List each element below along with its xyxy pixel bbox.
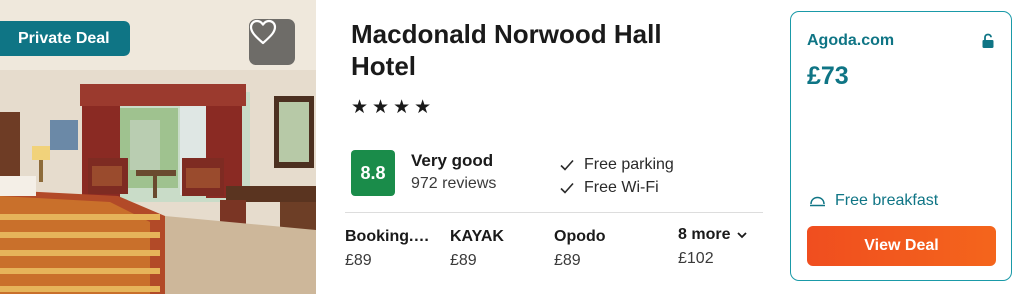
free-breakfast-label: Free breakfast	[809, 192, 938, 210]
review-count[interactable]: 972 reviews	[411, 175, 496, 193]
star-icon: ★	[351, 97, 369, 118]
more-label: 8 more	[678, 226, 731, 243]
best-offer-card[interactable]: Agoda.com £73 Free breakfast View Deal	[790, 11, 1012, 281]
amenity-item: Free parking	[560, 153, 674, 176]
breakfast-text: Free breakfast	[835, 192, 939, 209]
hotel-name[interactable]: Macdonald Norwood Hall Hotel	[351, 18, 731, 82]
amenities-list: Free parking Free Wi-Fi	[560, 153, 674, 199]
cloche-icon	[810, 196, 825, 207]
view-deal-button[interactable]: View Deal	[807, 226, 996, 266]
provider-price: £89	[450, 252, 477, 269]
heart-outline-icon	[249, 19, 277, 45]
chevron-down-icon	[737, 231, 748, 238]
hotel-photo[interactable]: Private Deal	[0, 0, 316, 294]
provider-name: KAYAK	[450, 228, 504, 245]
star-icon: ★	[372, 97, 390, 118]
provider-name: Booking.…	[345, 228, 430, 245]
rating-label: Very good	[411, 151, 494, 170]
star-icon: ★	[414, 97, 432, 118]
divider	[345, 212, 763, 213]
provider-name: Opodo	[554, 228, 606, 245]
star-rating: ★ ★ ★ ★	[351, 97, 431, 119]
offer-price: £73	[807, 62, 849, 90]
amenity-label: Free Wi-Fi	[584, 178, 659, 196]
check-icon	[560, 159, 580, 171]
unlocked-padlock-icon	[982, 33, 994, 48]
private-deal-badge: Private Deal	[0, 21, 130, 56]
hotel-info: Macdonald Norwood Hall Hotel ★ ★ ★ ★ 8.8…	[345, 0, 765, 294]
check-icon	[560, 182, 580, 194]
provider-kayak[interactable]: KAYAK £89	[450, 228, 504, 270]
provider-price: £89	[345, 252, 372, 269]
review-score-badge: 8.8	[351, 150, 395, 196]
offer-site-name: Agoda.com	[807, 32, 895, 49]
provider-price: £102	[678, 250, 714, 267]
provider-booking[interactable]: Booking.… £89	[345, 228, 429, 270]
amenity-item: Free Wi-Fi	[560, 176, 674, 199]
more-providers-button[interactable]: 8 more £102	[678, 226, 748, 268]
favorite-button[interactable]	[249, 19, 295, 65]
provider-opodo[interactable]: Opodo £89	[554, 228, 606, 270]
star-icon: ★	[393, 97, 411, 118]
amenity-label: Free parking	[584, 155, 674, 173]
more-providers-label: 8 more	[678, 226, 748, 244]
provider-price: £89	[554, 252, 581, 269]
